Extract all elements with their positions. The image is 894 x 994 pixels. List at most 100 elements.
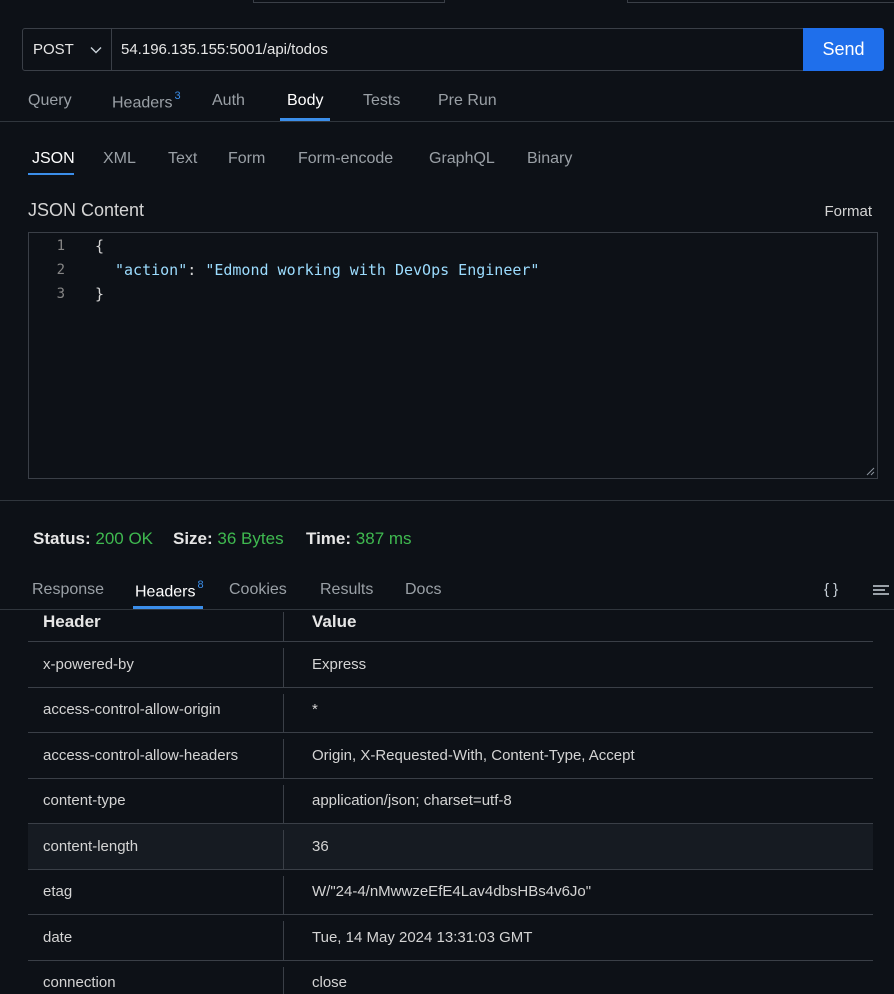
size-value: 36 Bytes: [217, 529, 284, 548]
header-name: content-length: [43, 837, 139, 855]
time-label: Time:: [306, 529, 352, 548]
method-label: POST: [33, 41, 74, 58]
tab-text[interactable]: Text: [168, 150, 197, 168]
tab-response[interactable]: Response: [32, 581, 104, 599]
column-separator: [283, 875, 284, 914]
json-content-label: JSON Content: [28, 200, 145, 220]
header-name: access-control-allow-headers: [43, 746, 239, 764]
tab-tests[interactable]: Tests: [363, 92, 400, 110]
active-response-tab-indicator: [133, 606, 203, 609]
status-value: 200 OK: [95, 529, 154, 548]
json-value: "Edmond working with DevOps Engineer": [205, 261, 540, 279]
tab-xml[interactable]: XML: [103, 150, 136, 168]
tab-json[interactable]: JSON: [32, 150, 75, 168]
code-text: }: [95, 285, 105, 303]
header-name: date: [43, 928, 73, 946]
active-tab-indicator: [280, 118, 330, 121]
tab-label: Body: [287, 92, 324, 109]
header-value: 36: [312, 837, 329, 855]
header-name: content-type: [43, 792, 126, 810]
request-url-bar: POST 54.196.135.155:5001/api/todos Send: [22, 28, 884, 71]
column-separator: [283, 693, 284, 732]
url-input[interactable]: 54.196.135.155:5001/api/todos: [112, 29, 803, 70]
line-number: 3: [56, 286, 65, 302]
column-separator: [283, 612, 284, 641]
tab-auth[interactable]: Auth: [212, 92, 245, 110]
top-tab-strip: [0, 0, 894, 4]
wrap-lines-icon[interactable]: [872, 582, 890, 598]
send-button[interactable]: Send: [803, 28, 884, 71]
header-value: *: [312, 701, 318, 719]
json-key: "action": [115, 261, 188, 279]
status-label: Status:: [33, 529, 91, 548]
tab-label: Tests: [363, 92, 401, 109]
header-name: connection: [43, 974, 116, 992]
tab-docs[interactable]: Docs: [405, 581, 441, 599]
column-separator: [283, 739, 284, 778]
method-select[interactable]: POST: [23, 29, 112, 70]
editor-line: 3 }: [29, 283, 877, 307]
header-value: Express: [312, 655, 367, 673]
header-name: access-control-allow-origin: [43, 701, 221, 719]
resize-handle-icon[interactable]: [865, 466, 875, 476]
line-number: 1: [56, 238, 65, 254]
line-number: 2: [56, 262, 65, 278]
request-tabs: Query Headers 3 Auth Body Tests Pre Run: [0, 84, 894, 122]
code-text: {: [95, 237, 105, 255]
json-colon: :: [187, 261, 206, 279]
tab-pre-run[interactable]: Pre Run: [438, 92, 497, 110]
header-value: application/json; charset=utf-8: [312, 792, 512, 810]
tab-binary[interactable]: Binary: [527, 150, 572, 168]
tab-label: Pre Run: [438, 92, 497, 109]
column-separator: [283, 648, 284, 687]
column-separator: [283, 921, 284, 960]
tab-results[interactable]: Results: [320, 581, 373, 599]
tab-label: Docs: [405, 581, 442, 598]
tab-label: Query: [28, 92, 72, 109]
tab-response-headers[interactable]: Headers 8: [135, 579, 204, 601]
tab-label: Headers: [135, 583, 196, 601]
table-row: x-powered-by Express: [28, 642, 873, 688]
header-value: W/"24-4/nMwwzeEfE4Lav4dbsHBs4v6Jo": [312, 883, 592, 901]
column-separator: [283, 784, 284, 823]
header-value: close: [312, 974, 348, 992]
response-tabs: Response Headers 8 Cookies Results Docs: [0, 575, 894, 610]
tab-query[interactable]: Query: [28, 92, 72, 110]
time-indicator: Time: 387 ms: [306, 529, 412, 549]
response-headers-table: Header Value x-powered-by Express access…: [28, 610, 873, 994]
column-separator: [283, 966, 284, 994]
braces-icon[interactable]: { }: [824, 581, 838, 598]
tab-graphql[interactable]: GraphQL: [429, 150, 495, 168]
column-separator: [283, 830, 284, 869]
headers-count-badge: 8: [197, 579, 204, 591]
table-row: connection close: [28, 961, 873, 994]
status-indicator: Status: 200 OK: [33, 529, 153, 549]
tab-label: Response: [32, 581, 105, 598]
tab-label: Headers: [112, 94, 173, 112]
json-editor[interactable]: 1 { 2 "action": "Edmond working with Dev…: [28, 232, 878, 479]
tab-headers[interactable]: Headers 3: [112, 90, 181, 112]
top-tab-segment: [627, 0, 894, 3]
section-divider: [0, 500, 894, 501]
size-indicator: Size: 36 Bytes: [173, 529, 284, 549]
header-name: x-powered-by: [43, 655, 134, 673]
format-button[interactable]: Format: [824, 203, 872, 220]
tab-label: Cookies: [229, 581, 287, 598]
top-tab-segment: [253, 0, 445, 3]
time-value: 387 ms: [355, 529, 412, 548]
header-value: Origin, X-Requested-With, Content-Type, …: [312, 746, 635, 764]
size-label: Size:: [173, 529, 213, 548]
active-body-tab-indicator: [28, 173, 74, 175]
table-header-row: Header Value: [28, 610, 873, 642]
table-row: access-control-allow-origin *: [28, 688, 873, 733]
column-header-header: Header: [43, 612, 101, 631]
tab-cookies[interactable]: Cookies: [229, 581, 287, 599]
editor-line: 1 {: [29, 235, 877, 259]
tab-body[interactable]: Body: [287, 92, 323, 110]
header-name: etag: [43, 883, 73, 901]
tab-form-encode[interactable]: Form-encode: [298, 150, 393, 168]
tab-form[interactable]: Form: [228, 150, 265, 168]
headers-count-badge: 3: [174, 90, 181, 102]
tab-label: Results: [320, 581, 374, 598]
tab-label: Auth: [212, 92, 245, 109]
